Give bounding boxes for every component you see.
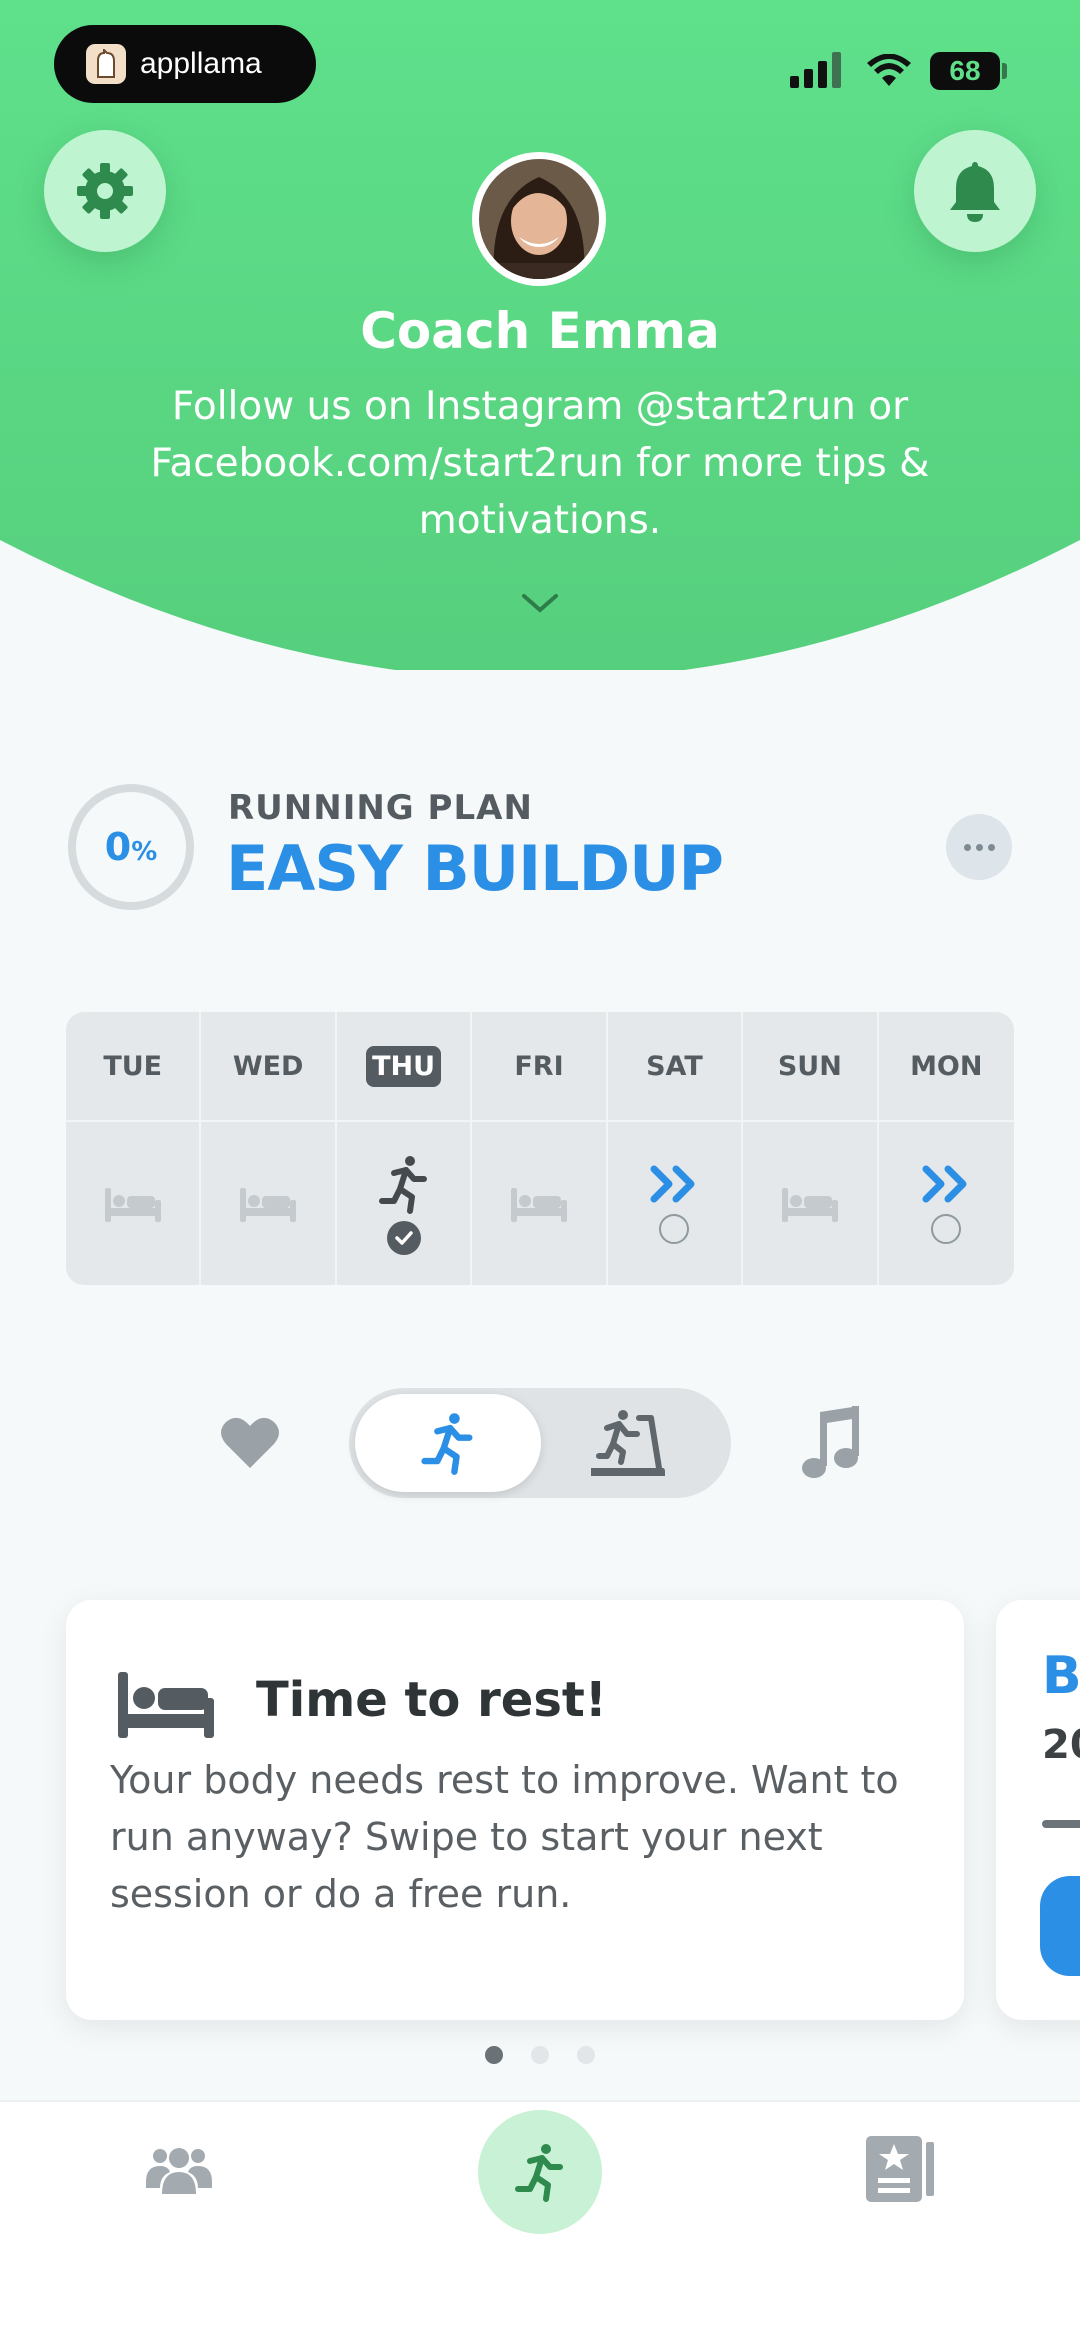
coach-message: Follow us on Instagram @start2run or Fac… — [150, 384, 930, 543]
page-indicator — [0, 2046, 1080, 2064]
coach-photo — [479, 159, 599, 279]
signal-icon — [790, 52, 841, 88]
coach-avatar[interactable] — [472, 152, 606, 286]
outdoor-run-option[interactable] — [355, 1394, 541, 1492]
day-label: THU — [366, 1045, 442, 1087]
day-label: SUN — [777, 1050, 842, 1082]
chevron-down-icon[interactable] — [520, 588, 560, 618]
day-cell-sun[interactable] — [743, 1122, 879, 1285]
pending-circle-icon — [659, 1213, 690, 1244]
day-header-thu[interactable]: THU — [336, 1012, 473, 1122]
journal-icon[interactable] — [866, 2136, 936, 2202]
llama-logo-icon — [86, 44, 126, 84]
next-card-title: BU — [1042, 1646, 1080, 1706]
run-icon — [515, 2144, 563, 2202]
plan-label: RUNNING PLAN — [228, 788, 533, 828]
notifications-button[interactable] — [914, 130, 1036, 252]
day-header-sun[interactable]: SUN — [743, 1012, 879, 1122]
community-icon[interactable] — [146, 2144, 212, 2194]
plan-progress-value: 0% — [66, 782, 196, 912]
settings-button[interactable] — [44, 130, 166, 252]
runner-icon — [421, 1413, 473, 1475]
day-label: FRI — [514, 1050, 564, 1082]
bed-icon — [118, 1672, 214, 1738]
double-chevron-icon — [922, 1165, 967, 1202]
wifi-icon — [867, 54, 911, 86]
next-session-card[interactable]: BU 20 — [996, 1600, 1080, 2020]
gear-icon — [77, 163, 133, 219]
start-session-button[interactable] — [1040, 1876, 1080, 1976]
day-header-tue[interactable]: TUE — [66, 1012, 202, 1122]
page-dot[interactable] — [577, 2046, 595, 2064]
heart-icon[interactable] — [220, 1416, 280, 1470]
check-icon — [386, 1220, 421, 1255]
next-card-subtitle: 20 — [1042, 1722, 1080, 1768]
treadmill-icon[interactable] — [589, 1406, 667, 1480]
plan-name[interactable]: EASY BUILDUP — [226, 832, 724, 905]
day-cell-wed[interactable] — [201, 1122, 337, 1285]
week-schedule: TUE WED THU FRI SAT SUN MON — [66, 1012, 1014, 1285]
bed-icon — [240, 1187, 297, 1222]
bed-icon — [781, 1187, 838, 1222]
day-header-fri[interactable]: FRI — [472, 1012, 608, 1122]
double-chevron-icon — [650, 1165, 695, 1202]
bed-icon — [510, 1187, 567, 1222]
day-cell-fri[interactable] — [472, 1122, 608, 1285]
pending-circle-icon — [931, 1213, 962, 1244]
app-badge-label: appllama — [140, 47, 262, 80]
day-label: SAT — [646, 1050, 703, 1082]
battery-indicator: 68 — [930, 52, 1000, 90]
day-cell-tue[interactable] — [66, 1122, 202, 1285]
run-mode-toggle[interactable] — [349, 1388, 731, 1498]
day-cell-mon[interactable] — [879, 1122, 1014, 1285]
day-label: MON — [910, 1050, 983, 1082]
day-label: TUE — [103, 1050, 163, 1082]
battery-tip — [1002, 63, 1007, 79]
page-dot[interactable] — [531, 2046, 549, 2064]
music-icon[interactable] — [798, 1406, 862, 1482]
day-header-mon[interactable]: MON — [878, 1012, 1014, 1122]
runner-icon — [378, 1155, 427, 1214]
day-header-wed[interactable]: WED — [201, 1012, 337, 1122]
more-options-button[interactable] — [946, 814, 1012, 880]
app-badge: appllama — [54, 25, 316, 103]
day-cell-sat[interactable] — [608, 1122, 744, 1285]
bell-icon — [950, 162, 1000, 222]
page-dot[interactable] — [485, 2046, 503, 2064]
next-card-progress — [1042, 1820, 1080, 1828]
bed-icon — [104, 1187, 161, 1222]
rest-card[interactable]: Time to rest! Your body needs rest to im… — [66, 1600, 964, 2020]
day-cell-thu[interactable] — [337, 1122, 473, 1285]
run-tab-button[interactable] — [478, 2110, 602, 2234]
card-title: Time to rest! — [256, 1672, 607, 1728]
progress-number: 0 — [104, 825, 132, 869]
card-body: Your body needs rest to improve. Want to… — [110, 1758, 899, 1916]
day-header-sat[interactable]: SAT — [607, 1012, 744, 1122]
day-label: WED — [232, 1050, 304, 1082]
progress-unit: % — [131, 837, 158, 867]
coach-name: Coach Emma — [360, 302, 720, 360]
mode-row — [0, 1388, 1080, 1498]
